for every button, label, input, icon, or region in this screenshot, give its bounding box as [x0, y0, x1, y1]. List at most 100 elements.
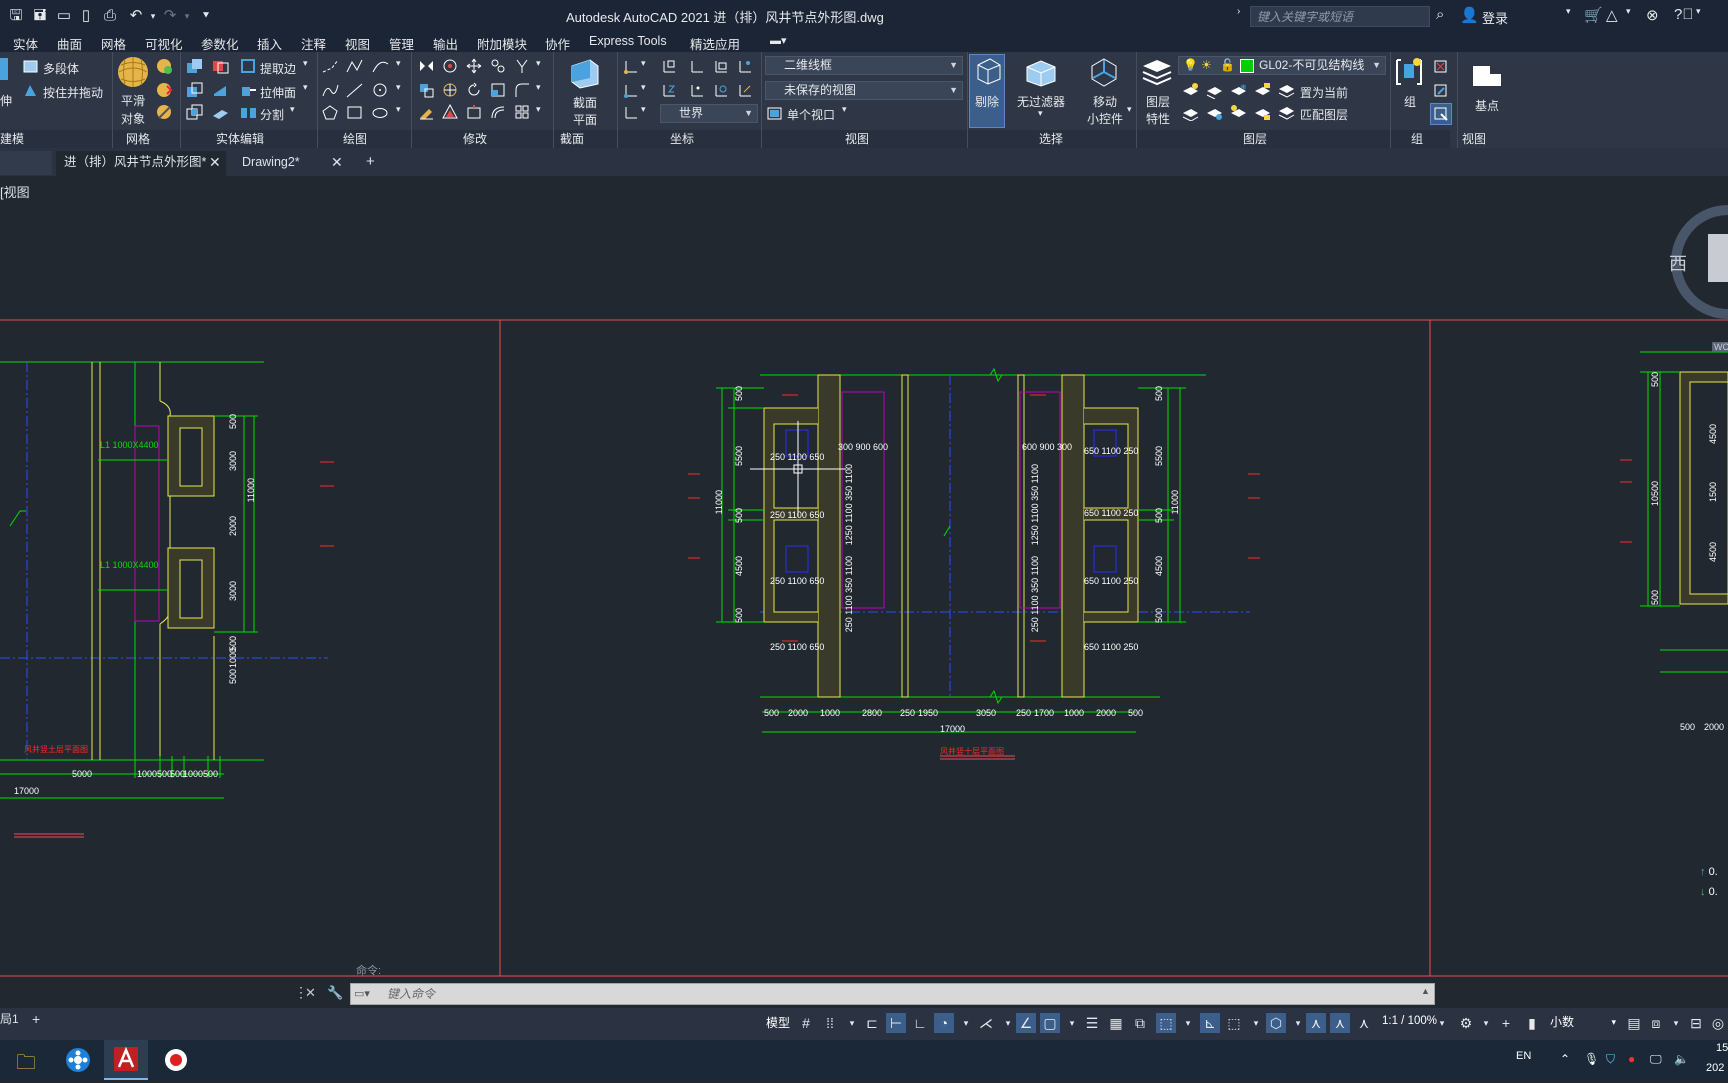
line-icon[interactable] [322, 58, 339, 75]
snap-mode-icon[interactable]: ⁞⁞ [820, 1013, 840, 1033]
3d-rotate-icon[interactable] [442, 58, 459, 75]
tab-annotate[interactable]: 注释 [301, 34, 326, 53]
selection-cycling-icon[interactable]: ⧉ [1130, 1013, 1150, 1033]
app-flower-icon[interactable] [64, 1046, 92, 1074]
extrude-icon[interactable] [0, 56, 12, 84]
ucs-icon[interactable] [622, 58, 639, 75]
erase-icon[interactable] [418, 104, 435, 121]
base-point-icon[interactable] [1470, 58, 1504, 90]
spline-icon[interactable] [322, 82, 339, 99]
model-space-button[interactable]: 模型 [766, 1013, 790, 1033]
annotation-visibility-icon[interactable]: ⋏ [1306, 1013, 1326, 1033]
smooth-object-icon[interactable] [117, 56, 149, 88]
named-view-combo[interactable]: 未保存的视图 ▼ [765, 81, 963, 100]
osnap-dropdown-icon[interactable]: ▾ [1062, 1013, 1082, 1033]
polyline-icon[interactable] [346, 58, 363, 75]
polygon-icon[interactable] [322, 104, 339, 121]
layer-unlock-all-icon[interactable] [1254, 104, 1271, 121]
panel-title-modify[interactable]: 修改 [463, 130, 487, 147]
new-tab-button[interactable]: + [366, 148, 375, 176]
panel-title-draw[interactable]: 绘图 [343, 130, 367, 147]
copy-icon[interactable] [490, 58, 507, 75]
layer-on-icon[interactable]: 💡 [1183, 58, 1198, 72]
tray-chevron-icon[interactable]: ⌃ [1560, 1052, 1570, 1066]
network-icon[interactable]: 🖵 [1650, 1052, 1662, 1067]
dynamic-input-icon[interactable]: ⊢ [886, 1013, 906, 1033]
fillet-dropdown-icon[interactable]: ▾ [536, 82, 541, 93]
gizmo-dropdown-icon[interactable]: ▾ [1127, 104, 1132, 115]
ungroup-icon[interactable] [1432, 58, 1449, 75]
auto-scale-icon[interactable]: ⋏ [1330, 1013, 1350, 1033]
infer-constraints-icon[interactable]: ⊏ [862, 1013, 882, 1033]
scale-icon[interactable] [490, 82, 507, 99]
layer-lock-icon[interactable] [1254, 82, 1271, 99]
save-web-icon[interactable]: ▯ [76, 6, 96, 26]
layer-walk-icon[interactable] [1206, 104, 1223, 121]
ucs-y-dropdown-icon[interactable]: ▾ [641, 104, 646, 115]
cart-icon[interactable]: 🛒 [1584, 6, 1603, 24]
trim-dropdown-icon[interactable]: ▾ [536, 58, 541, 69]
no-filter-icon[interactable] [1024, 57, 1058, 87]
object-snap-icon[interactable]: ▢ [1040, 1013, 1060, 1033]
presspull-icon[interactable] [22, 82, 39, 99]
panel-title-layers[interactable]: 图层 [1243, 130, 1267, 147]
customize-qat-icon[interactable]: ⯆ [196, 6, 216, 26]
separate-button[interactable]: 分割 [260, 106, 284, 123]
array-icon[interactable] [514, 104, 531, 121]
a360-dropdown-icon[interactable]: ▾ [1626, 6, 1631, 17]
make-current-icon[interactable] [1278, 82, 1295, 99]
interfere-icon[interactable] [212, 58, 229, 75]
isodraft-icon[interactable]: ⋌ [976, 1013, 996, 1033]
layer-isolate-icon[interactable] [1206, 82, 1223, 99]
panel-title-solid-editing[interactable]: 实体编辑 [216, 130, 264, 147]
ucs-named-icon[interactable] [660, 58, 677, 75]
arc-dropdown-icon[interactable]: ▾ [396, 58, 401, 69]
move-gizmo-icon[interactable] [1088, 56, 1120, 88]
annotation-scale-value[interactable]: 1:1 / 100% [1382, 1015, 1437, 1027]
search-input[interactable]: 键入关键字或短语 [1250, 6, 1430, 27]
make-current-button[interactable]: 置为当前 [1300, 84, 1348, 101]
layer-freeze-icon[interactable]: ❄ [1230, 82, 1247, 99]
tab-view[interactable]: 视图 [345, 34, 370, 53]
customize-wrench-icon[interactable]: 🔧 [327, 985, 343, 1001]
crease-icon[interactable] [156, 104, 173, 121]
extract-edges-dropdown-icon[interactable]: ▾ [303, 58, 308, 69]
microphone-icon[interactable]: 🎙 [1584, 1052, 1599, 1066]
ucs-world-combo[interactable]: 世界 ▼ [660, 104, 758, 123]
wcs-menu[interactable]: WCS [1712, 342, 1728, 352]
search-expand-icon[interactable]: › [1237, 6, 1240, 17]
tab-collaborate[interactable]: 协作 [545, 34, 570, 53]
tab-mesh[interactable]: 网格 [101, 34, 126, 53]
ucs-object-icon[interactable] [736, 82, 753, 99]
autocad-taskbar-button[interactable] [104, 1040, 148, 1080]
ortho-mode-icon[interactable]: ∟ [910, 1013, 930, 1033]
quick-properties-icon[interactable]: ▤ [1624, 1013, 1644, 1033]
volume-icon[interactable]: 🔈 [1674, 1052, 1689, 1066]
layer-thaw-all-icon[interactable] [1230, 104, 1247, 121]
separate-dropdown-icon[interactable]: ▾ [290, 104, 295, 115]
workspace-gear-icon[interactable]: ⚙ [1456, 1013, 1476, 1033]
search-icon[interactable]: ⌕ [1436, 6, 1444, 23]
panel-title-selection[interactable]: 选择 [1039, 130, 1063, 147]
slice-icon[interactable] [212, 82, 229, 99]
sign-in-dropdown-icon[interactable]: ▾ [1566, 6, 1571, 17]
start-tab[interactable] [0, 151, 52, 175]
ucs-previous-icon[interactable] [712, 58, 729, 75]
grid-icon[interactable]: # [796, 1013, 816, 1033]
snap-dropdown-icon[interactable]: ▾ [842, 1013, 862, 1033]
base-point-button[interactable]: 基点 [1475, 97, 1499, 114]
file-explorer-icon[interactable]: 🗀 [16, 1048, 36, 1082]
annotation-scale-icon[interactable]: ⋏ [1354, 1013, 1374, 1033]
viewport-config-dropdown-icon[interactable]: ▾ [842, 104, 847, 115]
shield-icon[interactable]: ⛉ [1606, 1052, 1615, 1067]
3d-osnap-dropdown-icon[interactable]: ▾ [1178, 1013, 1198, 1033]
clock-date[interactable]: 202 [1706, 1062, 1724, 1074]
mesh-box-icon[interactable] [156, 58, 173, 75]
mirror-icon[interactable] [418, 58, 435, 75]
circle-dropdown-icon[interactable]: ▾ [396, 82, 401, 93]
group-icon[interactable] [1395, 56, 1425, 88]
ucs-z-icon[interactable] [660, 82, 677, 99]
tab-add-ins[interactable]: 附加模块 [477, 34, 527, 53]
circle-icon[interactable] [372, 82, 389, 99]
close-icon[interactable]: ✕ [209, 148, 221, 176]
